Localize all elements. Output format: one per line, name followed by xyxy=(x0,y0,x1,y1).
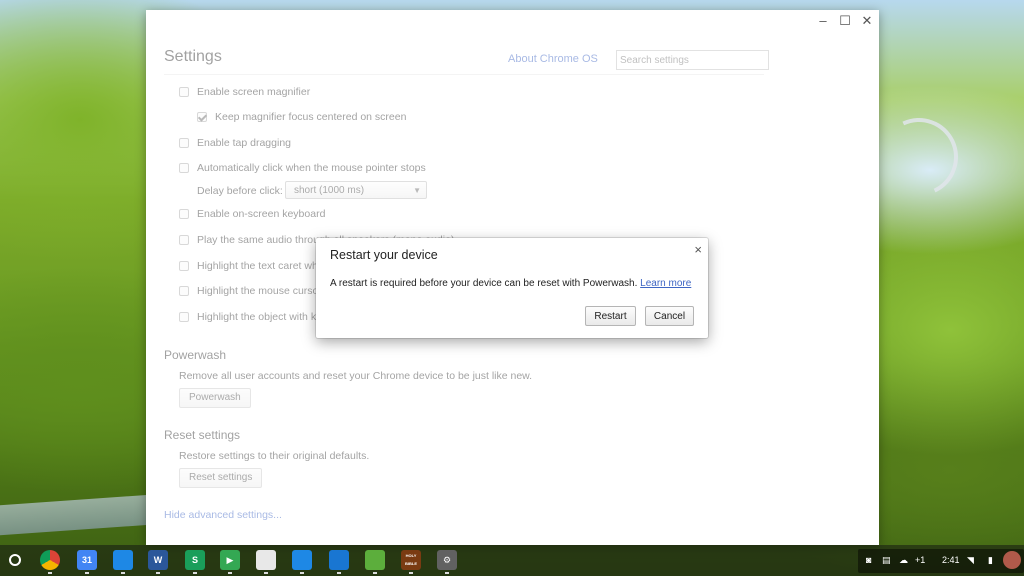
checkbox[interactable] xyxy=(179,87,189,97)
powerwash-button[interactable]: Powerwash xyxy=(179,388,251,408)
reset-settings-title: Reset settings xyxy=(164,428,241,442)
battery-icon: ▮ xyxy=(988,555,993,565)
option-label: Enable tap dragging xyxy=(197,137,291,149)
road-decoration-left xyxy=(0,494,150,536)
settings-icon[interactable]: ⚙ xyxy=(437,550,457,570)
option-tap-dragging[interactable]: Enable tap dragging xyxy=(179,137,291,149)
web-store-icon[interactable] xyxy=(256,550,276,570)
files-icon[interactable] xyxy=(113,550,133,570)
app-running-indicator xyxy=(445,572,449,574)
cancel-button[interactable]: Cancel xyxy=(645,306,694,326)
option-label: Keep magnifier focus centered on screen xyxy=(215,111,407,123)
app-running-indicator xyxy=(121,572,125,574)
network-icon: ☁ xyxy=(899,555,908,565)
clock: 2:41 xyxy=(942,555,960,565)
checkbox[interactable] xyxy=(179,138,189,148)
checkbox[interactable] xyxy=(179,163,189,173)
checkbox[interactable] xyxy=(179,209,189,219)
option-label: Enable on-screen keyboard xyxy=(197,208,326,220)
learn-more-link[interactable]: Learn more xyxy=(640,278,691,289)
chevron-down-icon: ▼ xyxy=(413,186,421,195)
app-running-indicator xyxy=(228,572,232,574)
app-running-indicator xyxy=(156,572,160,574)
android-app-icon[interactable] xyxy=(365,550,385,570)
page-title: Settings xyxy=(164,48,222,65)
reset-settings-description: Restore settings to their original defau… xyxy=(179,450,370,462)
hide-advanced-settings-link[interactable]: Hide advanced settings... xyxy=(164,509,282,521)
checkbox[interactable] xyxy=(179,312,189,322)
delay-select-value: short (1000 ms) xyxy=(294,185,365,196)
dialog-message: A restart is required before your device… xyxy=(330,278,638,289)
app-running-indicator xyxy=(85,572,89,574)
holy-bible-icon[interactable]: HOLY BIBLE xyxy=(401,550,421,570)
road-decoration xyxy=(869,107,969,207)
option-auto-click[interactable]: Automatically click when the mouse point… xyxy=(179,162,426,174)
about-chrome-os-link[interactable]: About Chrome OS xyxy=(508,53,598,65)
powerwash-description: Remove all user accounts and reset your … xyxy=(179,370,533,382)
option-magnifier-focus[interactable]: Keep magnifier focus centered on screen xyxy=(197,111,406,123)
delay-label-row: Delay before click: xyxy=(197,185,283,197)
option-onscreen-keyboard[interactable]: Enable on-screen keyboard xyxy=(179,208,325,220)
wifi-icon: ◥ xyxy=(967,555,974,565)
delay-label: Delay before click: xyxy=(197,185,283,197)
bookmark-icon[interactable] xyxy=(329,550,349,570)
app-running-indicator xyxy=(409,572,413,574)
option-label: Automatically click when the mouse point… xyxy=(197,162,426,174)
launcher-icon[interactable] xyxy=(9,554,21,566)
screenshot-icon: ◙ xyxy=(866,555,872,565)
checkbox[interactable] xyxy=(179,286,189,296)
word-icon[interactable]: W xyxy=(148,550,168,570)
search-input[interactable] xyxy=(616,50,769,70)
dialog-message-row: A restart is required before your device… xyxy=(330,278,691,289)
header-divider xyxy=(164,74,764,75)
reset-settings-button[interactable]: Reset settings xyxy=(179,468,263,488)
dialog-title: Restart your device xyxy=(330,248,438,262)
app-running-indicator xyxy=(48,572,52,574)
notification-count: +1 xyxy=(915,555,926,565)
powerwash-title: Powerwash xyxy=(164,348,227,362)
checkbox-checked[interactable] xyxy=(197,112,207,122)
restart-dialog: Restart your device × A restart is requi… xyxy=(316,238,708,338)
notification-icon: ▤ xyxy=(882,555,891,565)
app-running-indicator xyxy=(337,572,341,574)
chrome-icon[interactable] xyxy=(40,550,60,570)
option-screen-magnifier[interactable]: Enable screen magnifier xyxy=(179,86,310,98)
app-running-indicator xyxy=(300,572,304,574)
calendar-icon[interactable]: 31 xyxy=(77,550,97,570)
app-running-indicator xyxy=(193,572,197,574)
app-running-indicator xyxy=(264,572,268,574)
checkbox[interactable] xyxy=(179,235,189,245)
option-label: Enable screen magnifier xyxy=(197,86,311,98)
app-running-indicator xyxy=(373,572,377,574)
checkbox[interactable] xyxy=(179,261,189,271)
search-icon[interactable] xyxy=(292,550,312,570)
close-icon[interactable]: × xyxy=(694,243,702,257)
avatar[interactable] xyxy=(1003,551,1021,569)
s-app-icon[interactable]: S xyxy=(185,550,205,570)
delay-select[interactable]: short (1000 ms) ▼ xyxy=(285,181,427,199)
restart-button[interactable]: Restart xyxy=(585,306,636,326)
play-store-icon[interactable]: ▶ xyxy=(220,550,240,570)
